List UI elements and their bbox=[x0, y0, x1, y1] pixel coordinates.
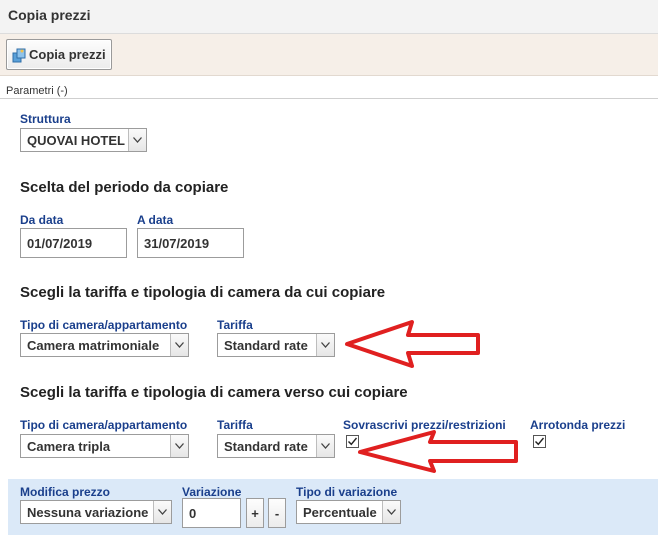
annotation-arrow-shape bbox=[358, 430, 518, 473]
annotation-arrow-shape bbox=[345, 320, 480, 368]
modify-price-select[interactable]: Nessuna variazione bbox=[20, 500, 172, 524]
variation-label: Variazione bbox=[182, 485, 242, 499]
variation-type-select[interactable]: Percentuale bbox=[296, 500, 401, 524]
to-date-input[interactable] bbox=[137, 228, 244, 258]
params-section-toggle[interactable]: Parametri (-) bbox=[6, 85, 68, 97]
target-room-select[interactable]: Camera tripla bbox=[20, 434, 189, 458]
source-room-label: Tipo di camera/appartamento bbox=[20, 318, 188, 332]
variation-type-label: Tipo di variazione bbox=[296, 485, 398, 499]
structure-select-value: QUOVAI HOTEL bbox=[27, 132, 125, 148]
chevron-down-icon bbox=[128, 129, 146, 151]
round-prices-checkbox[interactable] bbox=[533, 435, 546, 448]
copy-prices-button[interactable]: Copia prezzi bbox=[6, 39, 112, 70]
source-rate-select-value: Standard rate bbox=[224, 337, 308, 353]
target-room-label: Tipo di camera/appartamento bbox=[20, 418, 188, 432]
target-rate-label: Tariffa bbox=[217, 418, 253, 432]
chevron-down-icon bbox=[382, 501, 400, 523]
target-room-select-value: Camera tripla bbox=[27, 438, 111, 454]
from-date-input[interactable] bbox=[20, 228, 127, 258]
modify-price-select-value: Nessuna variazione bbox=[27, 504, 149, 520]
chevron-down-icon bbox=[153, 501, 171, 523]
increase-button[interactable]: + bbox=[246, 498, 264, 528]
chevron-down-icon bbox=[170, 435, 188, 457]
copy-prices-button-label: Copia prezzi bbox=[29, 47, 106, 62]
target-heading: Scegli la tariffa e tipologia di camera … bbox=[20, 384, 408, 401]
to-date-label: A data bbox=[137, 213, 174, 227]
chevron-down-icon bbox=[316, 334, 334, 356]
source-room-select-value: Camera matrimoniale bbox=[27, 337, 160, 353]
decrease-button[interactable]: - bbox=[268, 498, 286, 528]
toolbar: Copia prezzi bbox=[0, 34, 658, 76]
period-heading: Scelta del periodo da copiare bbox=[20, 179, 229, 196]
section-divider bbox=[0, 98, 658, 99]
source-heading: Scegli la tariffa e tipologia di camera … bbox=[20, 284, 386, 301]
from-date-label: Da data bbox=[20, 213, 64, 227]
annotation-arrow-icon bbox=[358, 430, 518, 473]
page-header: Copia prezzi bbox=[0, 0, 658, 34]
target-rate-select-value: Standard rate bbox=[224, 438, 308, 454]
source-rate-label: Tariffa bbox=[217, 318, 253, 332]
structure-select[interactable]: QUOVAI HOTEL bbox=[20, 128, 147, 152]
variation-input[interactable] bbox=[182, 498, 241, 528]
source-room-select[interactable]: Camera matrimoniale bbox=[20, 333, 189, 357]
structure-label: Struttura bbox=[20, 112, 71, 126]
target-rate-select[interactable]: Standard rate bbox=[217, 434, 335, 458]
chevron-down-icon bbox=[170, 334, 188, 356]
page-title: Copia prezzi bbox=[8, 7, 91, 23]
variation-type-select-value: Percentuale bbox=[303, 504, 377, 520]
copy-prices-icon bbox=[11, 47, 27, 63]
source-rate-select[interactable]: Standard rate bbox=[217, 333, 335, 357]
checkmark-icon bbox=[535, 437, 545, 446]
round-prices-label: Arrotonda prezzi bbox=[530, 418, 626, 432]
modify-price-label: Modifica prezzo bbox=[20, 485, 111, 499]
chevron-down-icon bbox=[316, 435, 334, 457]
annotation-arrow-icon bbox=[345, 320, 480, 368]
